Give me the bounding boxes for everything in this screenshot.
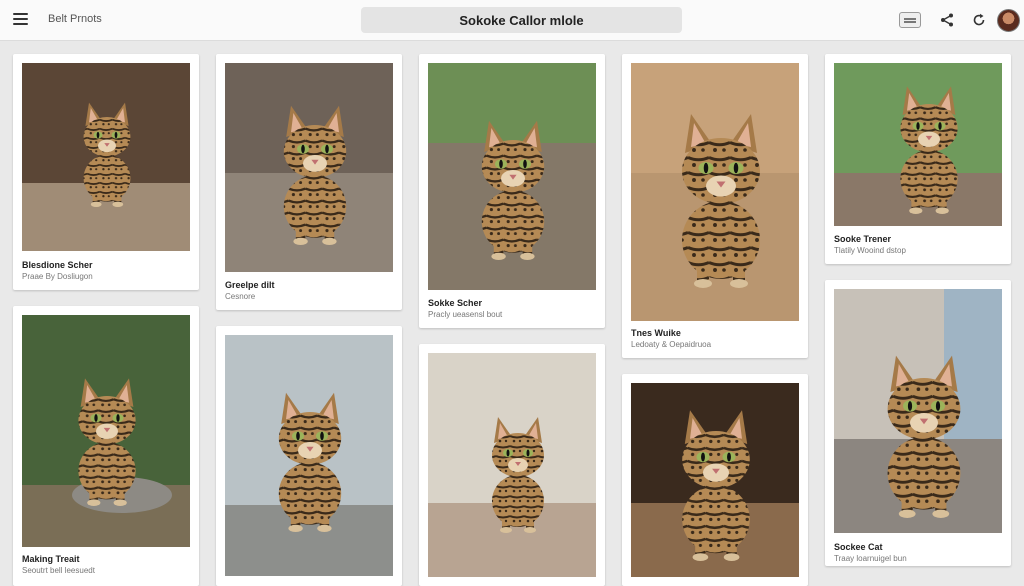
search-text: Sokoke Callor mlole xyxy=(459,12,584,28)
search-bar[interactable]: Sokoke Callor mlole xyxy=(361,7,682,33)
share-icon[interactable] xyxy=(937,10,957,30)
card-title: Blesdione Scher xyxy=(22,260,93,270)
refresh-icon[interactable] xyxy=(969,10,989,30)
view-toggle-icon[interactable] xyxy=(899,12,921,28)
card-title: Sockee Cat xyxy=(834,542,883,552)
cat-photo xyxy=(225,335,393,576)
top-bar: Belt Prnots Sokoke Callor mlole xyxy=(0,0,1024,41)
card-subtitle: Traay loarnuigel bun xyxy=(834,554,907,563)
cat-photo xyxy=(631,63,799,321)
user-avatar[interactable] xyxy=(997,9,1020,32)
cat-photo xyxy=(225,63,393,272)
cat-photo xyxy=(834,63,1002,226)
card-subtitle: Tlatily Wooind dstop xyxy=(834,246,906,255)
card-subtitle: Praae By Dosliugon xyxy=(22,272,93,281)
photo-card[interactable] xyxy=(622,374,808,586)
card-subtitle: Ledoaty & Oepaidruoa xyxy=(631,340,712,349)
card-subtitle: Pracly ueasensl bout xyxy=(428,310,503,319)
photo-card[interactable]: Blesdione Scher Praae By Dosliugon xyxy=(13,54,199,290)
photo-card[interactable] xyxy=(216,326,402,586)
card-title: Tnes Wuike xyxy=(631,328,681,338)
cat-photo xyxy=(428,353,596,577)
card-title: Sooke Trener xyxy=(834,234,892,244)
photo-card[interactable]: Greelpe dilt Cesnore xyxy=(216,54,402,310)
cat-photo xyxy=(22,315,190,547)
card-title: Making Treait xyxy=(22,554,80,564)
card-subtitle: Cesnore xyxy=(225,292,256,301)
cat-photo xyxy=(22,63,190,251)
app-title: Belt Prnots xyxy=(48,13,102,25)
cat-photo xyxy=(631,383,799,577)
photo-card[interactable]: Tnes Wuike Ledoaty & Oepaidruoa xyxy=(622,54,808,358)
photo-card[interactable]: Sockee Cat Traay loarnuigel bun xyxy=(825,280,1011,566)
photo-card[interactable]: Making Treait Seoutrt bell leesuedt xyxy=(13,306,199,586)
card-title: Greelpe dilt xyxy=(225,280,275,290)
cat-photo xyxy=(428,63,596,290)
cat-photo xyxy=(834,289,1002,533)
card-title: Sokke Scher xyxy=(428,298,483,308)
photo-card[interactable]: Sooke Trener Tlatily Wooind dstop xyxy=(825,54,1011,264)
photo-card[interactable]: Sokke Scher Pracly ueasensl bout xyxy=(419,54,605,328)
card-subtitle: Seoutrt bell leesuedt xyxy=(22,566,95,575)
hamburger-menu-icon[interactable] xyxy=(13,13,28,25)
photo-card[interactable] xyxy=(419,344,605,586)
